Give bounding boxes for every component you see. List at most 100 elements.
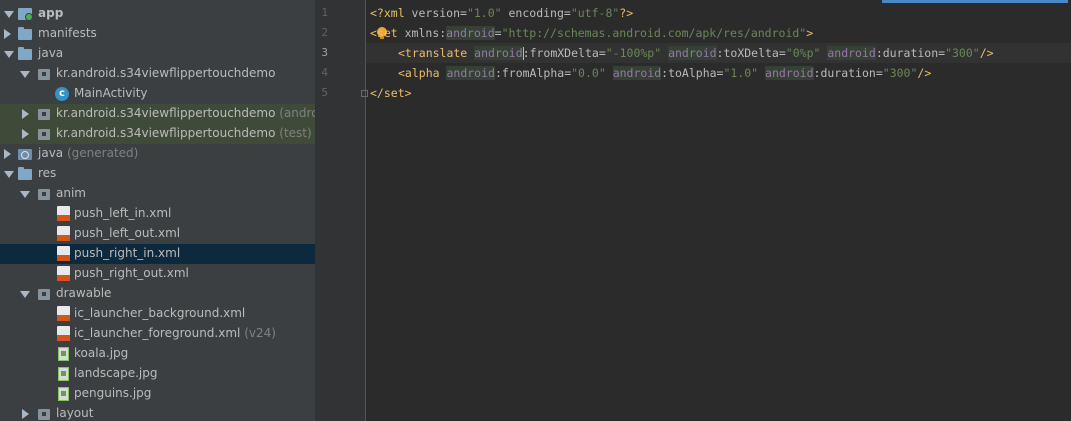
- tree-item-hint: (generated): [66, 146, 139, 160]
- xml-file-icon: [57, 326, 70, 341]
- code-line-5: </set>: [370, 86, 412, 100]
- tree-item-label: manifests: [38, 26, 97, 40]
- tree-item-mainactivity[interactable]: c MainActivity: [0, 84, 315, 104]
- tree-item-koala[interactable]: koala.jpg: [0, 344, 315, 364]
- tree-item-push-left-in[interactable]: push_left_in.xml: [0, 204, 315, 224]
- tree-item-push-right-out[interactable]: push_right_out.xml: [0, 264, 315, 284]
- expand-arrow-icon[interactable]: [20, 191, 30, 198]
- code-editor[interactable]: <?xml version="1.0" encoding="utf-8"?> <…: [361, 0, 1071, 421]
- folder-icon: [18, 167, 32, 180]
- collapse-arrow-icon[interactable]: [22, 129, 29, 139]
- tree-item-penguins[interactable]: penguins.jpg: [0, 384, 315, 404]
- tree-item-ic-launcher-foreground[interactable]: ic_launcher_foreground.xml (v24): [0, 324, 315, 344]
- package-icon: [38, 109, 50, 120]
- string-value: "300": [882, 66, 918, 80]
- string-value: "utf-8": [570, 6, 620, 20]
- expand-arrow-icon[interactable]: [20, 291, 30, 298]
- expand-arrow-icon[interactable]: [4, 171, 14, 178]
- expand-arrow-icon[interactable]: [4, 11, 14, 18]
- tree-item-label: ic_launcher_background.xml: [74, 306, 246, 320]
- tree-item-layout[interactable]: layout: [0, 404, 315, 421]
- tree-item-app[interactable]: app: [0, 4, 315, 24]
- string-value: "0%p": [785, 46, 821, 60]
- line-number-gutter[interactable]: 1 2 3 4 5: [316, 0, 366, 421]
- package-name: kr.android.s34viewflippertouchdemo: [56, 126, 276, 140]
- string-value: "-100%p": [605, 46, 662, 60]
- attribute: version: [411, 6, 461, 20]
- tree-item-label: kr.android.s34viewflippertouchdemo (test…: [56, 126, 312, 140]
- tree-item-label: push_right_in.xml: [74, 246, 181, 260]
- tree-item-anim[interactable]: anim: [0, 184, 315, 204]
- tree-item-ic-launcher-background[interactable]: ic_launcher_background.xml: [0, 304, 315, 324]
- namespace: android: [446, 66, 495, 80]
- line-number: 4: [321, 66, 328, 79]
- tree-item-res[interactable]: res: [0, 164, 315, 184]
- tree-item-drawable[interactable]: drawable: [0, 284, 315, 304]
- line-number: 2: [321, 26, 328, 39]
- collapse-arrow-icon[interactable]: [4, 149, 11, 159]
- folder-icon: [18, 47, 32, 60]
- package-icon: [38, 289, 50, 300]
- equals: =: [494, 26, 502, 40]
- namespace: android: [474, 46, 523, 60]
- tree-item-label: kr.android.s34viewflippertouchdemo (andr…: [56, 106, 315, 120]
- xml-declaration-open: <?xml: [370, 6, 412, 20]
- tree-item-manifests[interactable]: manifests: [0, 24, 315, 44]
- package-name: kr.android.s34viewflippertouchdemo: [56, 106, 276, 120]
- equals: =: [563, 6, 571, 20]
- code-line-3: <translate android:fromXDelta="-100%p" a…: [398, 46, 994, 60]
- tree-item-label: push_right_out.xml: [74, 266, 189, 280]
- attribute: encoding: [501, 6, 564, 20]
- collapse-arrow-icon[interactable]: [4, 29, 11, 39]
- xml-declaration-close: ?>: [619, 6, 634, 20]
- folder-name: java: [38, 146, 64, 160]
- package-icon: [38, 409, 50, 420]
- image-file-icon: [58, 367, 69, 381]
- class-icon: c: [55, 87, 69, 101]
- collapse-arrow-icon[interactable]: [22, 109, 29, 119]
- tree-item-package-androidtest[interactable]: kr.android.s34viewflippertouchdemo (andr…: [0, 104, 315, 124]
- package-icon: [38, 69, 50, 80]
- tree-item-push-right-in[interactable]: push_right_in.xml: [0, 244, 315, 264]
- attribute: :fromAlpha: [494, 66, 565, 80]
- line-number: 5: [321, 86, 328, 99]
- namespace: android: [446, 26, 495, 40]
- xml-file-icon: [57, 206, 70, 221]
- line-number: 1: [321, 6, 328, 19]
- tree-item-hint: (v24): [244, 326, 276, 340]
- tree-item-package-main[interactable]: kr.android.s34viewflippertouchdemo: [0, 64, 315, 84]
- tree-item-label: landscape.jpg: [74, 366, 158, 380]
- tree-item-label: anim: [56, 186, 86, 200]
- namespace: android: [612, 66, 662, 80]
- equals: =: [875, 66, 883, 80]
- xml-file-icon: [57, 246, 70, 261]
- expand-arrow-icon[interactable]: [20, 71, 30, 78]
- collapse-arrow-icon[interactable]: [22, 409, 29, 419]
- xml-file-icon: [57, 226, 70, 241]
- xml-file-icon: [57, 266, 70, 281]
- tag-close: >: [806, 26, 814, 40]
- fold-marker-icon[interactable]: [361, 90, 368, 97]
- code-line-2: <set xmlns:android="http://schemas.andro…: [370, 26, 813, 40]
- tree-item-label: layout: [56, 406, 94, 420]
- image-file-icon: [58, 387, 69, 401]
- project-tree: app manifests java kr.android.s34viewfli…: [0, 0, 316, 421]
- expand-arrow-icon[interactable]: [4, 51, 14, 58]
- code-line-4: <alpha android:fromAlpha="0.0" android:t…: [398, 66, 931, 80]
- attribute: xmlns:: [404, 26, 447, 40]
- line-number-current: 3: [321, 46, 328, 59]
- string-value: "300": [945, 46, 980, 60]
- tree-item-label: koala.jpg: [74, 346, 129, 360]
- tree-item-label: kr.android.s34viewflippertouchdemo: [56, 66, 276, 80]
- tree-item-java-generated[interactable]: java (generated): [0, 144, 315, 164]
- tree-item-push-left-out[interactable]: push_left_out.xml: [0, 224, 315, 244]
- tree-item-java[interactable]: java: [0, 44, 315, 64]
- tree-item-label: penguins.jpg: [74, 386, 152, 400]
- tree-item-landscape[interactable]: landscape.jpg: [0, 364, 315, 384]
- namespace: android: [827, 46, 876, 60]
- tree-item-label: push_left_in.xml: [74, 206, 172, 220]
- tree-item-package-test[interactable]: kr.android.s34viewflippertouchdemo (test…: [0, 124, 315, 144]
- attribute: :duration: [813, 66, 876, 80]
- string-value: "http://schemas.android.com/apk/res/andr…: [501, 26, 807, 40]
- attribute: :fromXDelta: [522, 46, 599, 60]
